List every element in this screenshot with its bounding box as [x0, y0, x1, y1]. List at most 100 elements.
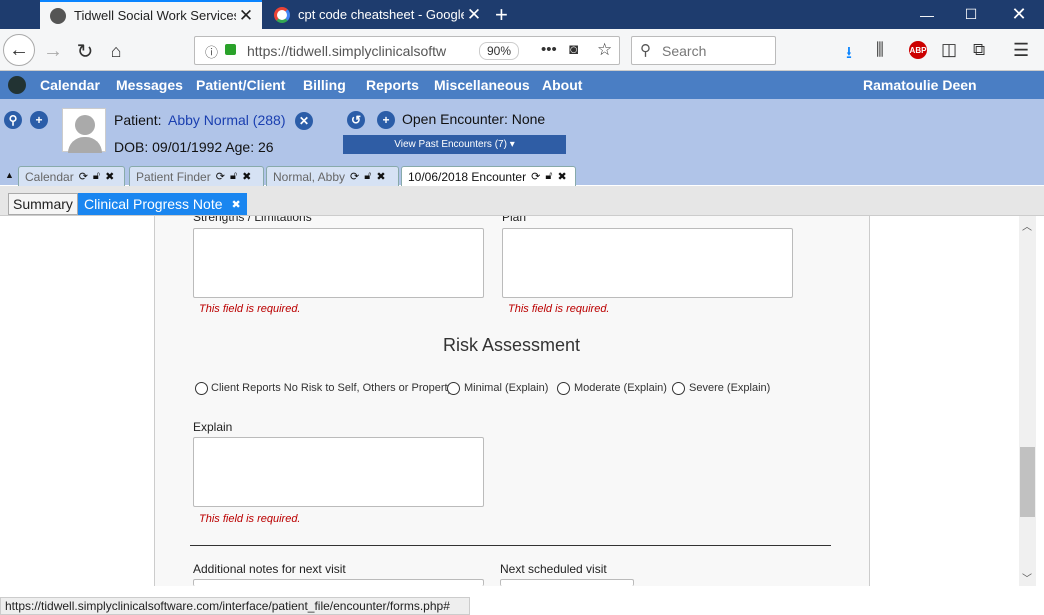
url-text[interactable]: https://tidwell.simplyclinicalsoftw [247, 43, 462, 59]
next-visit-input[interactable] [500, 579, 634, 586]
open-encounter: Open Encounter: None [402, 111, 546, 127]
forward-icon[interactable]: → [38, 36, 68, 66]
library-icon[interactable]: ⫼ [876, 40, 884, 60]
close-icon[interactable]: ✖ [242, 170, 251, 183]
encounter-tab-encounter[interactable]: 10/06/2018 Encounter ⟳ 🔓︎ ✖ [401, 166, 576, 186]
additional-notes-label: Additional notes for next visit [193, 562, 346, 576]
new-tab-icon[interactable]: + [495, 2, 508, 28]
add-icon[interactable]: + [30, 111, 48, 129]
risk-option-label: Moderate (Explain) [574, 382, 667, 394]
screenshot-icon[interactable]: ⧉ [973, 40, 985, 60]
risk-radio-minimal[interactable] [447, 382, 460, 395]
menu-about[interactable]: About [542, 77, 582, 93]
scrollbar-thumb[interactable] [1020, 447, 1035, 517]
scrollbar[interactable] [1019, 216, 1036, 586]
tab-label: Patient Finder [136, 169, 211, 184]
lock-icon [225, 44, 236, 55]
avatar [62, 108, 106, 153]
minimize-icon[interactable]: — [904, 0, 950, 29]
close-icon[interactable]: ✖ [232, 198, 241, 211]
encounter-tab-patient-finder[interactable]: Patient Finder ⟳ 🔓︎ ✖ [129, 166, 264, 186]
url-bar[interactable]: ⓘ https://tidwell.simplyclinicalsoftw 90… [194, 36, 620, 65]
reload-icon[interactable]: ↻ [70, 36, 100, 66]
more-actions-icon[interactable]: ••• [541, 41, 557, 58]
search-icon: ⚲ [640, 42, 651, 59]
add-encounter-icon[interactable]: + [377, 111, 395, 129]
refresh-icon[interactable]: ⟳ [350, 170, 359, 183]
refresh-icon[interactable]: ⟳ [531, 170, 540, 183]
close-icon[interactable]: ✖ [105, 170, 114, 183]
history-icon[interactable]: ↺ [347, 111, 365, 129]
tab-clinical-progress-note[interactable]: Clinical Progress Note ✖ [78, 193, 247, 215]
tab-label: Clinical Progress Note [84, 196, 223, 212]
scroll-down-icon[interactable]: ﹀ [1022, 570, 1032, 585]
encounter-tab-normal-abby[interactable]: Normal, Abby ⟳ 🔓︎ ✖ [266, 166, 399, 186]
search-icon[interactable]: ⚲ [4, 111, 22, 129]
zoom-level[interactable]: 90% [479, 42, 520, 60]
home-icon[interactable]: ⌂ [101, 36, 131, 66]
risk-option-label: Client Reports No Risk to Self, Others o… [211, 382, 454, 394]
plan-textarea[interactable] [502, 228, 793, 298]
download-icon[interactable]: ⭳ [846, 40, 852, 69]
back-icon[interactable]: ← [3, 34, 35, 66]
pocket-icon[interactable]: ◙ [569, 41, 578, 58]
explain-label: Explain [193, 420, 233, 434]
tab-label: Calendar [25, 169, 74, 184]
current-user[interactable]: Ramatoulie Deen [863, 77, 977, 93]
tab-summary[interactable]: Summary [8, 193, 78, 215]
browser-tab-google[interactable]: cpt code cheatsheet - Google S ✕ [264, 0, 490, 29]
app-logo-icon[interactable] [8, 76, 26, 94]
next-visit-label: Next scheduled visit [500, 562, 607, 576]
tab-label: Normal, Abby [273, 169, 346, 184]
tab-title: cpt code cheatsheet - Google S [298, 7, 464, 22]
risk-assessment-title: Risk Assessment [443, 335, 581, 355]
risk-radio-severe[interactable] [672, 382, 685, 395]
risk-radio-moderate[interactable] [557, 382, 570, 395]
explain-textarea[interactable] [193, 437, 484, 507]
search-placeholder: Search [662, 43, 707, 59]
patient-dob-age: DOB: 09/01/1992 Age: 26 [114, 139, 274, 155]
menu-miscellaneous[interactable]: Miscellaneous [434, 77, 530, 93]
unlock-icon[interactable]: 🔓︎ [364, 170, 371, 183]
unlock-icon[interactable]: 🔓︎ [93, 170, 100, 183]
menu-calendar[interactable]: Calendar [40, 77, 100, 93]
maximize-icon[interactable]: ☐ [948, 0, 994, 29]
menu-patient-client[interactable]: Patient/Client [196, 77, 285, 93]
window-close-icon[interactable]: ✕ [996, 0, 1042, 29]
scroll-up-icon[interactable]: ︿ [1022, 218, 1032, 233]
additional-notes-textarea[interactable] [193, 579, 484, 586]
menu-icon[interactable]: ☰ [1013, 40, 1029, 61]
menu-reports[interactable]: Reports [366, 77, 419, 93]
browser-tab-tidwell[interactable]: Tidwell Social Work Services an ✕ [40, 0, 262, 29]
refresh-icon[interactable]: ⟳ [79, 170, 88, 183]
patient-label: Patient: [114, 112, 162, 128]
patient-name-link[interactable]: Abby Normal (288) [168, 112, 286, 128]
close-icon[interactable]: ✖ [376, 170, 385, 183]
strengths-required: This field is required. [199, 303, 301, 315]
unlock-icon[interactable]: 🔓︎ [230, 170, 237, 183]
tab-label: 10/06/2018 Encounter [408, 169, 527, 184]
close-icon[interactable]: ✕ [236, 6, 256, 26]
close-icon[interactable]: ✕ [464, 5, 484, 25]
adblock-icon[interactable]: ABP [909, 41, 927, 59]
collapse-icon[interactable]: ▲ [5, 170, 14, 180]
plan-required: This field is required. [508, 303, 610, 315]
unlock-icon[interactable]: 🔓︎ [545, 170, 552, 183]
bookmark-star-icon[interactable]: ☆ [597, 40, 612, 60]
tidwell-favicon-icon [50, 7, 66, 24]
search-box[interactable]: ⚲ Search [631, 36, 776, 65]
view-past-encounters-button[interactable]: View Past Encounters (7) ▾ [343, 135, 566, 154]
encounter-tab-calendar[interactable]: Calendar ⟳ 🔓︎ ✖ [18, 166, 125, 186]
strengths-textarea[interactable] [193, 228, 484, 298]
info-icon[interactable]: ⓘ [205, 42, 218, 61]
risk-radio-no-risk[interactable] [195, 382, 208, 395]
google-favicon-icon [274, 6, 290, 23]
status-bar-url: https://tidwell.simplyclinicalsoftware.c… [0, 597, 470, 615]
close-icon[interactable]: ✖ [557, 170, 566, 183]
menu-billing[interactable]: Billing [303, 77, 346, 93]
explain-required: This field is required. [199, 513, 301, 525]
menu-messages[interactable]: Messages [116, 77, 183, 93]
refresh-icon[interactable]: ⟳ [216, 170, 225, 183]
close-patient-icon[interactable]: ✕ [295, 112, 313, 130]
sidebar-icon[interactable]: ◫ [941, 40, 957, 60]
